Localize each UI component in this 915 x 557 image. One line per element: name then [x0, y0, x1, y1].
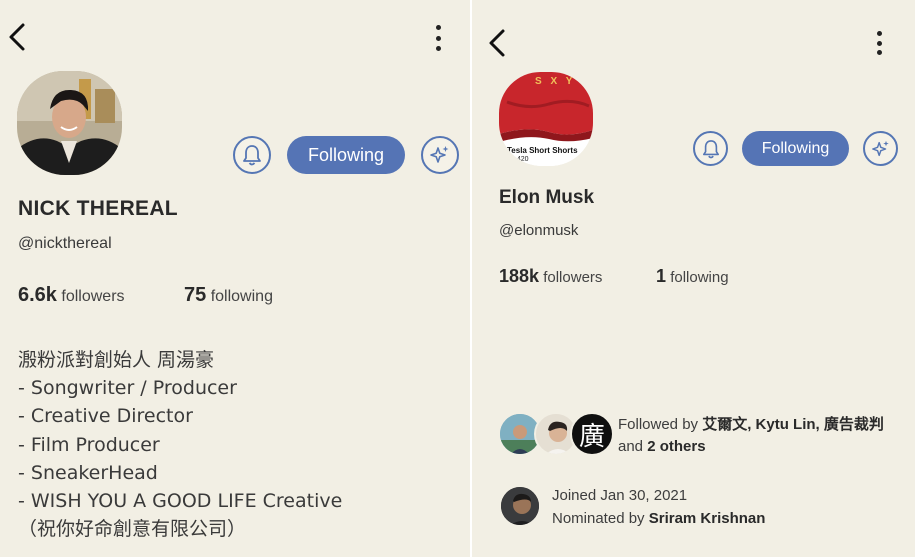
following-button[interactable]: Following [287, 136, 405, 174]
following-count: 75 [184, 284, 207, 306]
right-profile-screen: S X Y Tesla Short Shorts $ 420 Following… [472, 0, 915, 557]
notification-bell-button[interactable] [693, 131, 728, 166]
back-arrow-icon[interactable] [4, 22, 34, 52]
bell-icon [242, 144, 262, 166]
shirt-text: S X Y [535, 76, 576, 87]
profile-name: Elon Musk [499, 187, 595, 208]
sparkles-icon [871, 139, 891, 159]
following-stat[interactable]: 1 following [656, 266, 729, 287]
nominated-by[interactable]: Nominated by Sriram Krishnan [552, 508, 765, 530]
sparkles-button[interactable] [863, 131, 898, 166]
profile-handle: @elonmusk [499, 222, 579, 239]
left-profile-screen: Following NICK THEREAL @nickthereal 6.6k… [0, 0, 470, 557]
profile-handle: @nickthereal [18, 235, 112, 252]
bio-line: - Creative Director [18, 405, 193, 428]
followers-stat[interactable]: 6.6k followers [18, 284, 125, 307]
sparkles-icon [429, 144, 451, 166]
nominated-prefix: Nominated by [552, 510, 645, 527]
following-label: following [670, 269, 729, 286]
back-arrow-icon[interactable] [484, 28, 510, 57]
following-count: 1 [656, 266, 667, 286]
followers-label: followers [61, 288, 125, 305]
following-label: following [210, 288, 273, 305]
mutual-avatar-glyph: 廣 [578, 421, 605, 452]
nominator-name: Sriram Krishnan [648, 510, 766, 527]
followed-by-and: and [618, 438, 644, 455]
bell-icon [702, 139, 720, 159]
profile-name: NICK THEREAL [18, 197, 178, 220]
joined-date: Joined Jan 30, 2021 [552, 487, 688, 504]
followers-count: 188k [499, 266, 540, 286]
mutual-avatar[interactable]: 廣 [570, 412, 614, 456]
followed-by-names: 艾爾文, Kytu Lin, 廣告裁判 [702, 416, 884, 433]
following-stat[interactable]: 75 following [184, 284, 273, 307]
avatar[interactable] [17, 71, 122, 175]
bio-line: - Film Producer [18, 433, 160, 456]
followed-by-prefix: Followed by [618, 416, 699, 433]
followers-stat[interactable]: 188k followers [499, 266, 602, 287]
followers-label: followers [543, 269, 603, 286]
following-button[interactable]: Following [742, 131, 849, 166]
more-vertical-icon[interactable] [428, 20, 448, 56]
avatar[interactable]: S X Y Tesla Short Shorts $ 420 [499, 72, 593, 166]
profile-bio: 溵粉派對創始人 周湯豪 - Songwriter / Producer - Cr… [18, 346, 342, 543]
bio-line: （祝你好命創意有限公司） [18, 518, 247, 541]
notification-bell-button[interactable] [233, 136, 271, 174]
avatar-price: $ 420 [511, 156, 529, 163]
followed-by-others: 2 others [647, 438, 706, 455]
sparkles-button[interactable] [421, 136, 459, 174]
nominator-avatar[interactable] [499, 485, 541, 527]
more-vertical-icon[interactable] [869, 26, 889, 60]
bio-line: - WISH YOU A GOOD LIFE Creative [18, 490, 343, 513]
followers-count: 6.6k [18, 284, 57, 306]
followed-by-text[interactable]: Followed by 艾爾文, Kytu Lin, 廣告裁判 and 2 ot… [618, 414, 898, 458]
avatar-caption: Tesla Short Shorts [507, 146, 578, 155]
bio-line: 溵粉派對創始人 周湯豪 [18, 349, 215, 371]
bio-line: - SneakerHead [18, 461, 158, 484]
bio-line: - Songwriter / Producer [18, 377, 237, 400]
